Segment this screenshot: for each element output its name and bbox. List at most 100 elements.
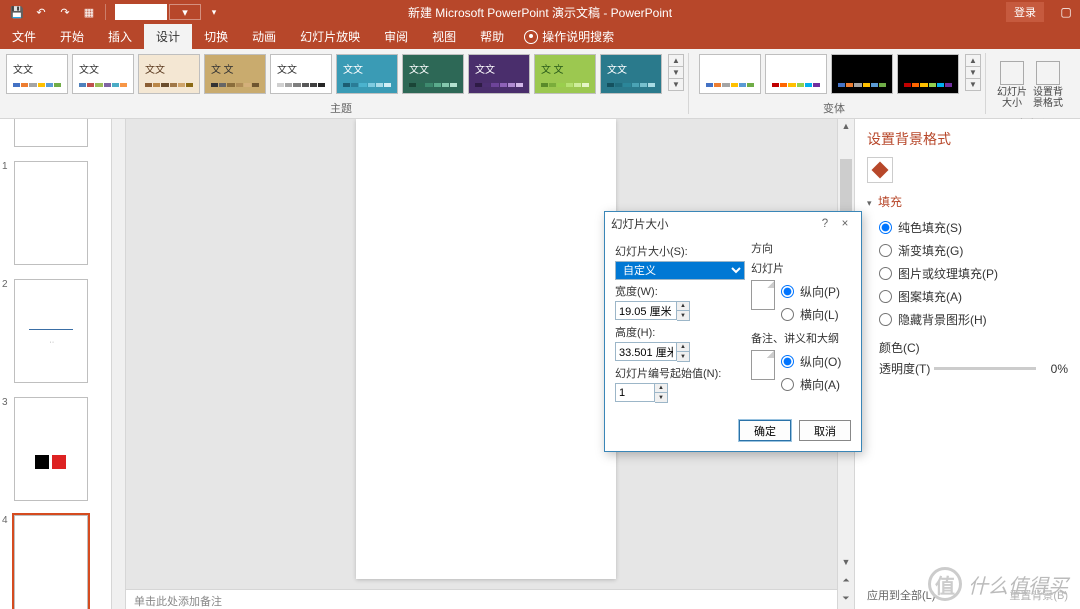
theme-thumb[interactable]: 文文 xyxy=(468,54,530,94)
tab-review[interactable]: 审阅 xyxy=(372,23,420,49)
login-button[interactable]: 登录 xyxy=(1006,2,1044,22)
tab-file[interactable]: 文件 xyxy=(0,23,48,49)
transparency-value[interactable]: 0% xyxy=(1040,362,1068,376)
next-slide-icon[interactable]: ⏷ xyxy=(838,591,854,605)
theme-thumb[interactable]: 文文 xyxy=(6,54,68,94)
variant-thumb[interactable] xyxy=(831,54,893,94)
tab-view[interactable]: 视图 xyxy=(420,23,468,49)
notes-landscape-radio[interactable]: 横向(A) xyxy=(781,373,841,396)
fill-option-s[interactable]: 纯色填充(S) xyxy=(867,216,1068,239)
themes-nav-more[interactable]: ▼ xyxy=(668,78,684,91)
fill-option-g[interactable]: 渐变填充(G) xyxy=(867,239,1068,262)
notes-portrait-radio[interactable]: 纵向(O) xyxy=(781,350,841,373)
start-from-beginning-icon[interactable]: ▦ xyxy=(78,2,100,22)
slide-thumbnail[interactable] xyxy=(14,515,88,609)
variant-thumb[interactable] xyxy=(765,54,827,94)
variants-gallery-nav: ▲ ▼ ▼ xyxy=(965,54,981,118)
slide-number: 4 xyxy=(0,515,12,609)
lightbulb-icon xyxy=(524,30,538,44)
slide-thumbnail-panel[interactable]: 1 2··3 4 xyxy=(0,119,112,609)
ribbon-tabs: 文件 开始 插入 设计 切换 动画 幻灯片放映 审阅 视图 帮助 操作说明搜索 xyxy=(0,24,1080,49)
dialog-titlebar[interactable]: 幻灯片大小 ? × xyxy=(605,212,861,236)
fill-tab-icon[interactable] xyxy=(867,157,893,183)
theme-thumb[interactable]: 文文 xyxy=(72,54,134,94)
slide-size-button[interactable]: 幻灯片大小 xyxy=(996,61,1028,118)
width-label: 宽度(W): xyxy=(615,283,745,299)
dialog-close-icon[interactable]: × xyxy=(835,218,855,230)
fill-section-header[interactable]: 填充 xyxy=(867,193,1068,210)
scroll-down-arrow[interactable]: ▼ xyxy=(838,555,854,569)
tab-animations[interactable]: 动画 xyxy=(240,23,288,49)
theme-thumb[interactable]: 文 文 xyxy=(204,54,266,94)
cancel-button[interactable]: 取消 xyxy=(799,420,851,441)
width-up[interactable]: ▲ xyxy=(677,302,689,311)
thumbnail-scrollbar[interactable] xyxy=(112,119,126,609)
format-background-icon xyxy=(1036,61,1060,85)
theme-thumb[interactable]: 文文 xyxy=(138,54,200,94)
apply-to-all-button[interactable]: 应用到全部(L) xyxy=(867,587,935,603)
theme-thumb[interactable]: 文文 xyxy=(336,54,398,94)
prev-slide-icon[interactable]: ⏶ xyxy=(838,573,854,587)
theme-thumb[interactable]: 文 文 xyxy=(534,54,596,94)
slide-size-select[interactable]: 自定义 xyxy=(615,261,745,280)
qat-customize[interactable]: ▾ xyxy=(203,2,225,22)
width-down[interactable]: ▼ xyxy=(677,311,689,320)
workspace: 12··34 单击此处添加备注 ▲ ▼ ⏶ ⏷ 设置背景格式 填充 纯色填充(S… xyxy=(0,119,1080,609)
fill-option-h[interactable]: 隐藏背景图形(H) xyxy=(867,308,1068,331)
undo-icon[interactable]: ↶ xyxy=(30,2,52,22)
slide-thumbnail[interactable] xyxy=(14,397,88,501)
number-down[interactable]: ▼ xyxy=(655,393,667,402)
notes-pane[interactable]: 单击此处添加备注 xyxy=(126,589,837,609)
slide-number: 2 xyxy=(0,279,12,383)
theme-thumb[interactable]: 文文 xyxy=(600,54,662,94)
tab-insert[interactable]: 插入 xyxy=(96,23,144,49)
slide-thumbnail[interactable] xyxy=(14,119,88,147)
tab-transitions[interactable]: 切换 xyxy=(192,23,240,49)
slides-landscape-radio[interactable]: 横向(L) xyxy=(781,303,840,326)
slide-number: 1 xyxy=(0,161,12,265)
height-up[interactable]: ▲ xyxy=(677,343,689,352)
width-input[interactable] xyxy=(615,301,677,320)
themes-gallery[interactable]: 文文文文文文文 文文文文文文文文文文 文文文 xyxy=(0,49,668,94)
slide-canvas[interactable] xyxy=(356,119,616,579)
width-spinner[interactable]: ▲▼ xyxy=(615,301,745,321)
slide-number: 3 xyxy=(0,397,12,501)
slides-orient-header: 幻灯片 xyxy=(751,260,851,276)
height-down[interactable]: ▼ xyxy=(677,352,689,361)
tab-home[interactable]: 开始 xyxy=(48,23,96,49)
tab-help[interactable]: 帮助 xyxy=(468,23,516,49)
redo-icon[interactable]: ↷ xyxy=(54,2,76,22)
qat-dropdown[interactable]: ▾ xyxy=(169,4,201,20)
start-number-input[interactable] xyxy=(615,383,655,402)
save-icon[interactable]: 💾 xyxy=(6,2,28,22)
variants-nav-more[interactable]: ▼ xyxy=(965,78,981,91)
slide-thumbnail[interactable] xyxy=(14,161,88,265)
dialog-help-icon[interactable]: ? xyxy=(815,218,835,230)
tell-me-search[interactable]: 操作说明搜索 xyxy=(516,24,622,49)
slide-thumbnail[interactable]: ·· xyxy=(14,279,88,383)
variant-thumb[interactable] xyxy=(897,54,959,94)
theme-thumb[interactable]: 文文 xyxy=(270,54,332,94)
tab-slideshow[interactable]: 幻灯片放映 xyxy=(288,23,372,49)
scroll-up-arrow[interactable]: ▲ xyxy=(838,119,854,133)
format-background-button[interactable]: 设置背景格式 xyxy=(1032,61,1064,118)
start-number-spinner[interactable]: ▲▼ xyxy=(615,383,745,403)
portrait-doc-icon xyxy=(751,280,775,310)
slide-size-dialog: 幻灯片大小 ? × 幻灯片大小(S): 自定义 宽度(W): ▲▼ xyxy=(604,211,862,452)
tab-design[interactable]: 设计 xyxy=(144,23,192,49)
transparency-slider[interactable] xyxy=(934,367,1036,370)
height-input[interactable] xyxy=(615,342,677,361)
reset-background-button[interactable]: 重置背景(B) xyxy=(1009,587,1068,603)
variants-gallery[interactable] xyxy=(693,49,965,94)
filename-box[interactable] xyxy=(115,4,167,20)
number-up[interactable]: ▲ xyxy=(655,384,667,393)
height-spinner[interactable]: ▲▼ xyxy=(615,342,745,362)
variant-thumb[interactable] xyxy=(699,54,761,94)
theme-thumb[interactable]: 文文 xyxy=(402,54,464,94)
slide-size-label: 幻灯片大小(S): xyxy=(615,243,745,259)
fill-option-a[interactable]: 图案填充(A) xyxy=(867,285,1068,308)
fill-option-p[interactable]: 图片或纹理填充(P) xyxy=(867,262,1068,285)
ribbon-display-options-icon[interactable]: ▢ xyxy=(1052,0,1080,24)
ok-button[interactable]: 确定 xyxy=(739,420,791,441)
slides-portrait-radio[interactable]: 纵向(P) xyxy=(781,280,840,303)
